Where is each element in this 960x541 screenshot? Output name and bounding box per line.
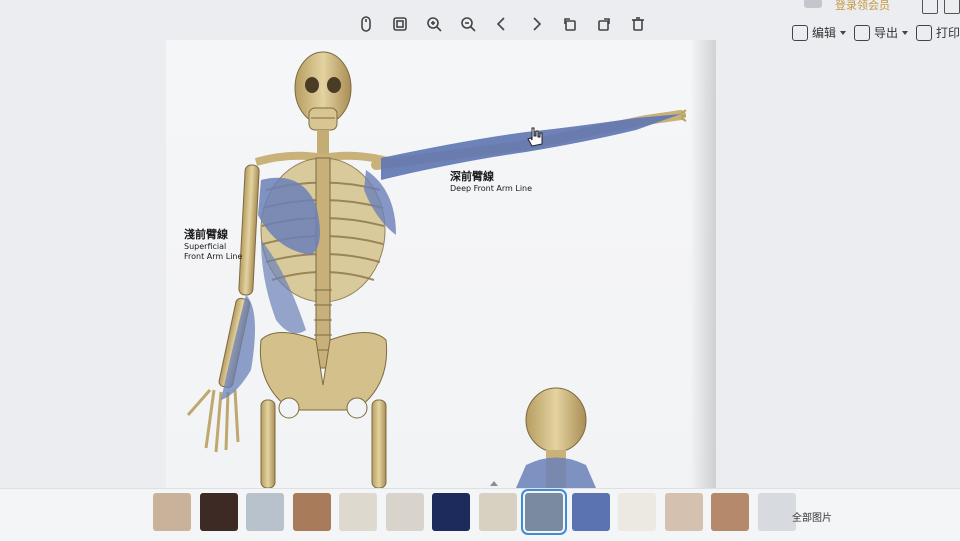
mouse-icon[interactable] (350, 8, 382, 40)
thumbnail-2[interactable] (199, 493, 238, 531)
thumbnail-9[interactable] (521, 489, 567, 535)
print-label: 打印 (935, 26, 960, 40)
thumbnail-5[interactable] (339, 493, 377, 531)
thumbnail-7[interactable] (432, 493, 470, 531)
thumbnail-6[interactable] (385, 493, 424, 531)
action-bar: 编辑 导出 打印 (791, 24, 960, 41)
deep-front-arm-line-label: 深前臂線 Deep Front Arm Line (450, 168, 532, 194)
superficial-en-1: Superficial (184, 242, 227, 251)
menu-icon[interactable] (944, 0, 960, 14)
thumbnail-8[interactable] (478, 493, 517, 531)
all-images-button[interactable]: 全部图片 (792, 509, 832, 524)
edit-button[interactable]: 编辑 (791, 24, 846, 41)
zoom-in-icon[interactable] (418, 8, 450, 40)
fit-screen-icon[interactable] (384, 8, 416, 40)
top-right-area: 登录领会员 编辑 导出 打印 (780, 0, 960, 60)
superficial-cn: 淺前臂線 (184, 228, 228, 241)
image-viewer[interactable]: 淺前臂線 Superficial Front Arm Line 深前臂線 Dee… (166, 40, 716, 488)
thumbnail-11[interactable] (618, 493, 656, 531)
deep-en: Deep Front Arm Line (450, 184, 533, 193)
login-link[interactable]: 登录领会员 (835, 0, 890, 13)
thumbnail-1[interactable] (153, 493, 191, 531)
chevron-down-icon (839, 30, 846, 35)
export-icon (853, 24, 870, 41)
deep-cn: 深前臂線 (450, 170, 494, 183)
image-toolbar (350, 8, 654, 44)
edit-label: 编辑 (811, 26, 836, 40)
trash-icon[interactable] (622, 8, 654, 40)
rotate-left-icon[interactable] (554, 8, 586, 40)
superficial-en-2: Front Arm Line (184, 252, 243, 261)
edit-icon (791, 24, 808, 41)
vip-icon (804, 0, 822, 8)
anatomy-illustration (186, 51, 687, 488)
zoom-out-icon[interactable] (452, 8, 484, 40)
thumbnail-10[interactable] (571, 493, 610, 531)
print-icon (915, 24, 932, 41)
thumbnail-14[interactable] (757, 493, 796, 531)
window-controls (922, 0, 960, 14)
export-button[interactable]: 导出 (853, 24, 908, 41)
superficial-front-arm-line-label: 淺前臂線 Superficial Front Arm Line (184, 226, 242, 262)
print-button[interactable]: 打印 (915, 24, 960, 41)
thumbnail-strip: 全部图片 (0, 481, 960, 541)
chevron-left-icon[interactable] (486, 8, 518, 40)
thumbnail-13[interactable] (711, 493, 749, 531)
fullscreen-icon[interactable] (922, 0, 938, 14)
chevron-up-icon[interactable] (490, 481, 498, 486)
thumbnail-3[interactable] (246, 493, 284, 531)
page-edge-shadow (690, 40, 716, 488)
export-label: 导出 (873, 26, 898, 40)
chevron-down-icon (901, 30, 908, 35)
rotate-right-icon[interactable] (588, 8, 620, 40)
thumbnail-4[interactable] (292, 493, 331, 531)
chevron-right-icon[interactable] (520, 8, 552, 40)
thumbnail-12[interactable] (664, 493, 703, 531)
